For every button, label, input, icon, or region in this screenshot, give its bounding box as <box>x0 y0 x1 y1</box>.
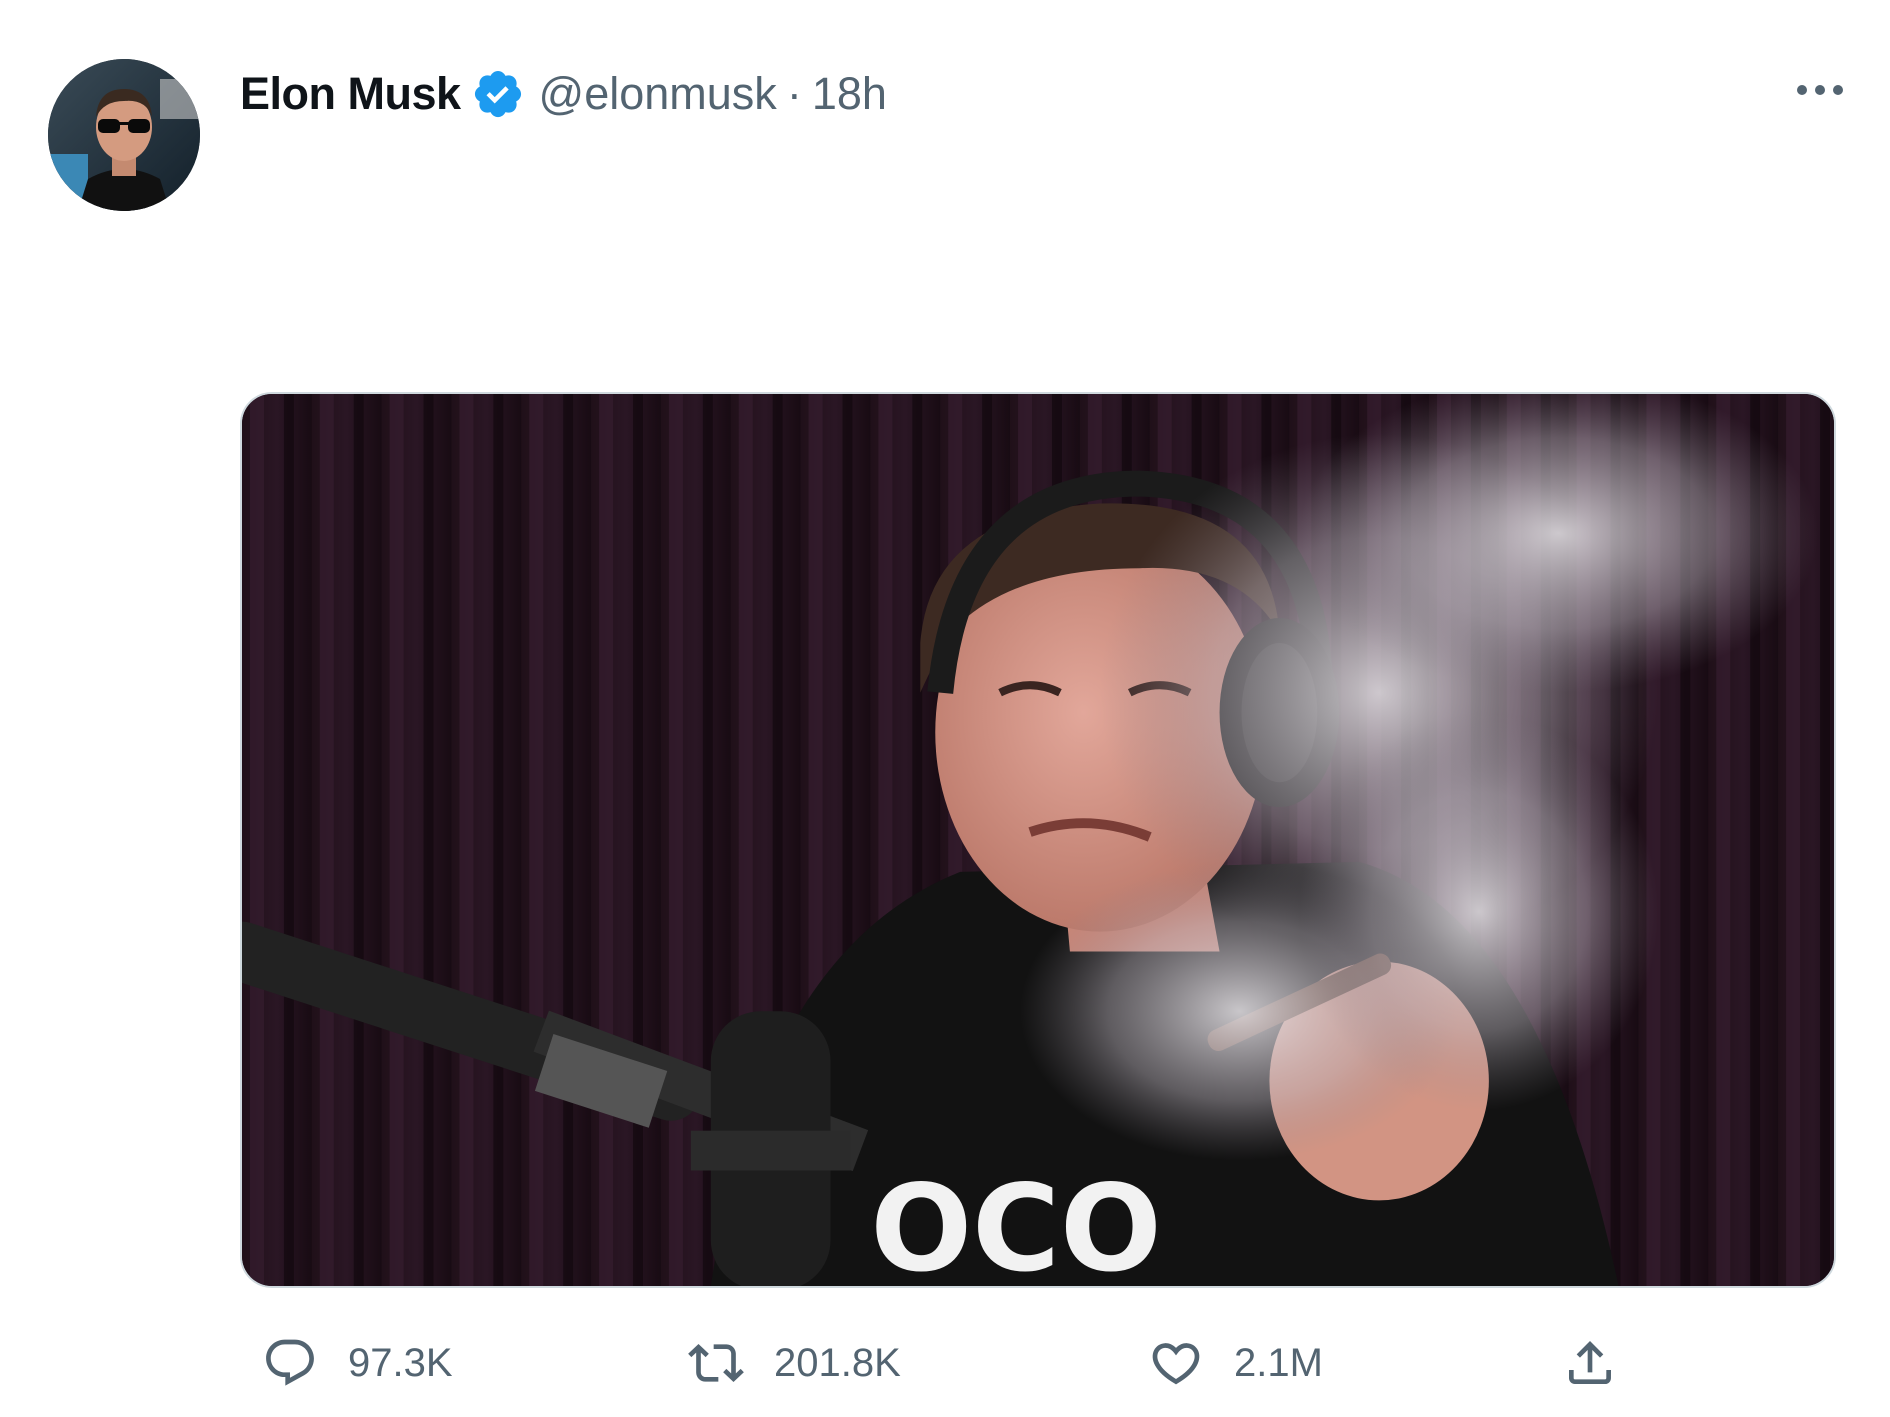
more-horizontal-icon <box>1797 85 1843 95</box>
share-button[interactable] <box>1562 1328 1618 1398</box>
media-photo: OCO <box>242 394 1834 1286</box>
avatar[interactable] <box>48 59 200 211</box>
share-icon <box>1562 1335 1618 1391</box>
author-handle[interactable]: @elonmusk <box>539 68 777 120</box>
like-button[interactable]: 2.1M <box>1148 1328 1323 1398</box>
reply-button[interactable]: 97.3K <box>262 1328 453 1398</box>
avatar-photo <box>48 59 200 211</box>
author-display-name[interactable]: Elon Musk <box>240 68 461 120</box>
tweet-header: Elon Musk @elonmusk · 18h <box>240 64 887 124</box>
retweet-button[interactable]: 201.8K <box>688 1328 901 1398</box>
verified-badge-icon <box>471 67 525 121</box>
reply-count: 97.3K <box>348 1340 453 1385</box>
retweet-count: 201.8K <box>774 1340 901 1385</box>
heart-icon <box>1148 1335 1204 1391</box>
shirt-text: OCO <box>870 1160 1161 1286</box>
tweet-media-photo[interactable]: OCO <box>240 392 1836 1288</box>
tweet-actions: 97.3K 201.8K 2.1M <box>262 1328 1642 1398</box>
like-count: 2.1M <box>1234 1340 1323 1385</box>
timestamp[interactable]: 18h <box>812 68 887 120</box>
more-button[interactable] <box>1790 70 1850 110</box>
reply-icon <box>262 1335 318 1391</box>
separator-dot: · <box>786 68 802 119</box>
retweet-icon <box>688 1335 744 1391</box>
